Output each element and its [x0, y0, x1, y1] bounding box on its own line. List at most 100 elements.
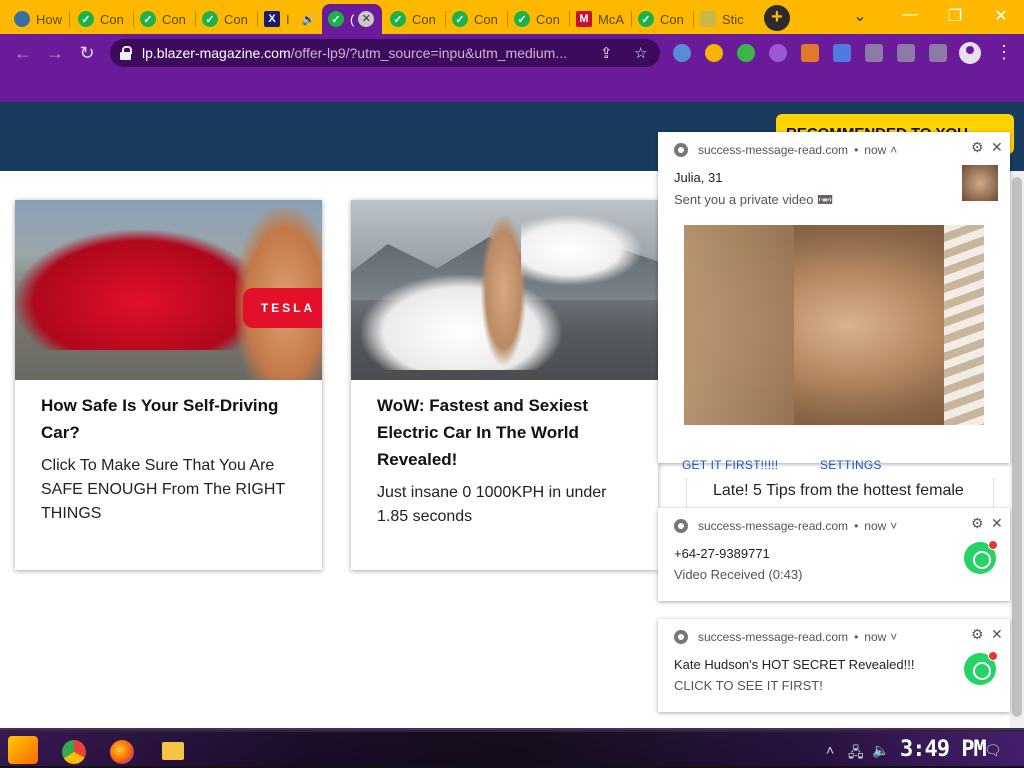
check-icon: ✓ — [140, 11, 156, 27]
settings-button[interactable]: SETTINGS — [820, 458, 882, 472]
check-icon: ✓ — [514, 11, 530, 27]
check-icon: ✓ — [78, 11, 94, 27]
network-icon[interactable]: 🖧 — [848, 742, 864, 766]
chrome-taskbar-icon[interactable] — [62, 740, 86, 764]
notification-time: now — [864, 143, 887, 157]
article-card-2[interactable]: WoW: Fastest and Sexiest Electric Car In… — [351, 200, 658, 570]
tab-close-icon[interactable]: ✕ — [358, 11, 375, 27]
extension-form-icon[interactable] — [833, 44, 851, 62]
url-path: /offer-lp9/?utm_source=inpu&utm_medium..… — [290, 45, 568, 61]
notification-image[interactable] — [684, 225, 984, 425]
tab-2[interactable]: ✓ Con — [134, 4, 196, 34]
article-title[interactable]: WoW: Fastest and Sexiest Electric Car In… — [377, 392, 632, 473]
close-icon[interactable]: ✕ — [991, 515, 1003, 532]
tab-7[interactable]: ✓ Con — [446, 4, 508, 34]
tab-label: Con — [474, 11, 498, 27]
notification-header: success-message-read.com • now ˅ — [674, 630, 897, 644]
notifications-icon[interactable]: 🗨 — [984, 742, 1002, 759]
extension-globe-icon[interactable] — [737, 44, 755, 62]
page-scrollbar[interactable] — [1010, 171, 1024, 728]
notification-title: Kate Hudson's HOT SECRET Revealed!!! — [674, 657, 915, 672]
tab-0[interactable]: How — [8, 4, 70, 34]
file-explorer-icon[interactable] — [162, 742, 184, 760]
notification-body: CLICK TO SEE IT FIRST! — [674, 678, 823, 693]
notification-title: +64-27-9389771 — [674, 546, 770, 561]
python-icon — [14, 11, 30, 27]
tab-3[interactable]: ✓ Con — [196, 4, 258, 34]
tab-label: Con — [162, 11, 186, 27]
share-icon[interactable]: ⇪ — [600, 44, 613, 62]
notification-header: success-message-read.com • now ˄ — [674, 143, 897, 157]
extension-chart-icon[interactable] — [801, 44, 819, 62]
article-title[interactable]: How Safe Is Your Self-Driving Car? — [41, 392, 296, 446]
new-tab-button[interactable]: + — [764, 5, 790, 31]
address-bar[interactable]: lp.blazer-magazine.com/offer-lp9/?utm_so… — [110, 39, 660, 67]
shirt-logo-text: TESLA — [243, 288, 322, 328]
close-window-button[interactable]: ✕ — [986, 6, 1016, 26]
reading-list-icon[interactable] — [897, 44, 915, 62]
settings-gear-icon[interactable]: ⚙ — [971, 515, 984, 532]
tab-9[interactable]: M McA — [570, 4, 632, 34]
close-icon[interactable]: ✕ — [991, 626, 1003, 643]
extensions-puzzle-icon[interactable] — [865, 44, 883, 62]
settings-gear-icon[interactable]: ⚙ — [971, 139, 984, 156]
bookmark-star-icon[interactable]: ☆ — [634, 44, 647, 62]
notification-separator: • — [854, 630, 859, 644]
taskbar-clock[interactable]: 3:49 PM — [900, 737, 987, 762]
chevron-up-icon[interactable]: ˄ — [890, 143, 897, 157]
article-card-1[interactable]: TESLA How Safe Is Your Self-Driving Car?… — [15, 200, 322, 570]
chevron-down-icon[interactable]: ˅ — [890, 630, 897, 644]
chrome-icon — [674, 519, 688, 533]
settings-gear-icon[interactable]: ⚙ — [971, 626, 984, 643]
url-host: lp.blazer-magazine.com — [142, 45, 291, 61]
article-desc: Click To Make Sure That You Are SAFE ENO… — [41, 457, 285, 522]
lock-icon[interactable] — [120, 46, 132, 60]
menu-icon[interactable]: ⋮ — [995, 42, 1013, 63]
article-image[interactable]: TESLA — [15, 200, 322, 380]
notification-2[interactable]: success-message-read.com • now ˅ ⚙ ✕ +64… — [658, 508, 1010, 601]
extension-bear-icon[interactable] — [673, 44, 691, 62]
chevron-down-icon[interactable]: ˅ — [890, 519, 897, 533]
mcafee-icon: M — [576, 11, 592, 27]
tray-chevron-icon[interactable]: ˄ — [826, 742, 834, 758]
close-icon[interactable]: ✕ — [991, 139, 1003, 156]
back-icon[interactable]: ← — [12, 43, 34, 64]
tab-label: Con — [224, 11, 248, 27]
start-icon[interactable] — [8, 736, 38, 764]
taskbar: ˄ 🖧 🔈 3:49 PM 🗨 — [0, 728, 1024, 768]
article-image[interactable] — [351, 200, 658, 380]
tab-label: Con — [100, 11, 124, 27]
tab-label: McA — [598, 11, 624, 27]
check-icon: ✓ — [328, 11, 344, 27]
forward-icon[interactable]: → — [44, 43, 66, 64]
tab-5-active[interactable]: ✓ ( ✕ — [322, 4, 382, 34]
tab-4[interactable]: X I 🔊 — [258, 4, 320, 34]
notification-3[interactable]: success-message-read.com • now ˅ ⚙ ✕ Kat… — [658, 619, 1010, 712]
sticky-notes-icon — [700, 11, 716, 27]
firefox-taskbar-icon[interactable] — [110, 740, 134, 764]
tab-strip: How ✓ Con ✓ Con ✓ Con X I 🔊 ✓ ( ✕ ✓ Con … — [0, 0, 1024, 34]
tab-11[interactable]: Stic — [694, 4, 756, 34]
volume-icon[interactable]: 🔈 — [872, 742, 889, 759]
get-it-first-button[interactable]: GET IT FIRST!!!!! — [682, 458, 778, 472]
profile-avatar[interactable] — [959, 42, 981, 64]
restore-button[interactable]: ❐ — [940, 6, 970, 26]
scrollbar-thumb[interactable] — [1012, 177, 1022, 717]
tab-10[interactable]: ✓ Con — [632, 4, 694, 34]
tab-8[interactable]: ✓ Con — [508, 4, 570, 34]
notification-source: success-message-read.com — [698, 630, 849, 644]
extension-orb-icon[interactable] — [769, 44, 787, 62]
browser-toolbar: ← → ↻ lp.blazer-magazine.com/offer-lp9/?… — [0, 34, 1024, 72]
url-text: lp.blazer-magazine.com/offer-lp9/?utm_so… — [142, 45, 602, 61]
side-panel-icon[interactable] — [929, 44, 947, 62]
reload-icon[interactable]: ↻ — [76, 43, 98, 64]
notification-1[interactable]: success-message-read.com • now ˄ ⚙ ✕ Jul… — [658, 132, 1010, 472]
tab-6[interactable]: ✓ Con — [384, 4, 446, 34]
notification-separator: • — [854, 143, 859, 157]
extension-circle-icon[interactable] — [705, 44, 723, 62]
tab-1[interactable]: ✓ Con — [72, 4, 134, 34]
tab-search-icon[interactable]: ⌄ — [845, 6, 875, 26]
minimize-button[interactable]: — — [895, 6, 925, 24]
check-icon: ✓ — [390, 11, 406, 27]
article-desc: Late! 5 Tips from the hottest female — [713, 482, 964, 499]
